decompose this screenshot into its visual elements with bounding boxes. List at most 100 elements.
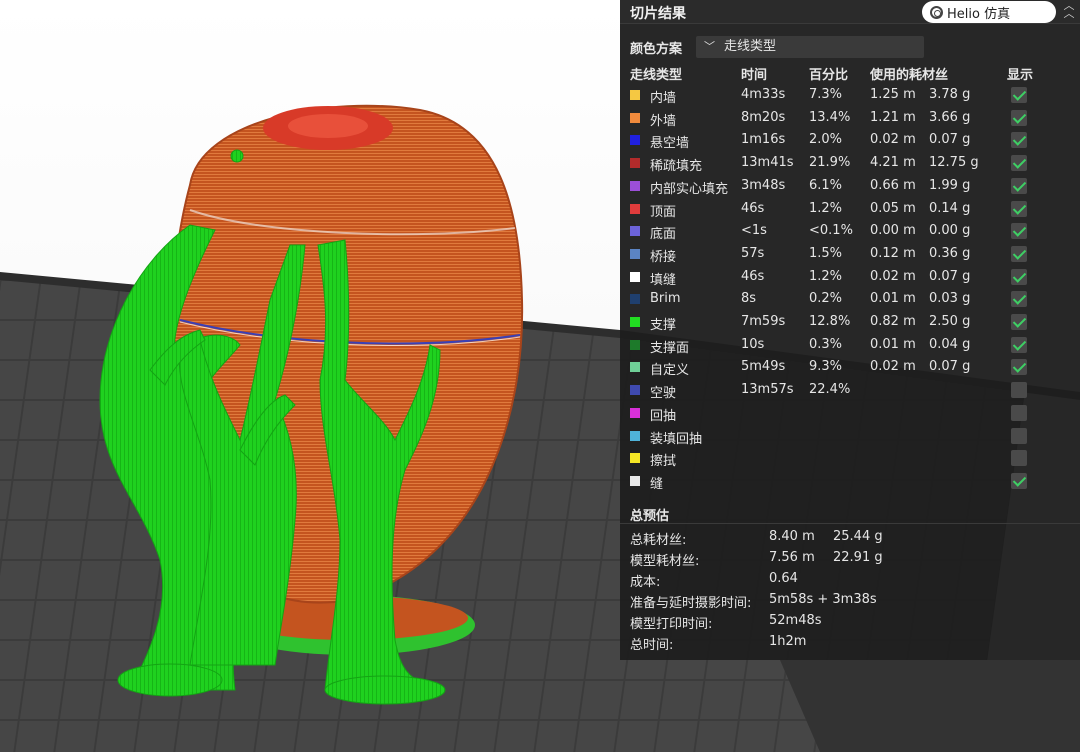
legend-row: 填缝 46s 1.2% 0.02 m 0.07 g — [620, 266, 1080, 289]
legend-weight: 3.66 g — [929, 109, 971, 125]
helio-simulation-button[interactable]: Helio 仿真 — [922, 1, 1056, 23]
summary-label: 总耗材丝: — [630, 533, 687, 548]
legend-color-swatch — [630, 112, 640, 123]
legend-time: 46s — [741, 200, 765, 216]
legend-percent: 0.2% — [809, 291, 843, 307]
summary-label: 成本: — [630, 575, 661, 590]
visibility-checkbox[interactable] — [1011, 404, 1027, 421]
visibility-checkbox-check-icon[interactable] — [1011, 268, 1027, 285]
legend-color-swatch — [630, 294, 640, 305]
legend-type-name: 支撑面 — [650, 340, 690, 356]
summary-header: 总预估 — [620, 502, 1080, 524]
legend-percent: 21.9% — [809, 155, 851, 171]
legend-weight: 0.04 g — [929, 336, 971, 352]
summary-row: 模型打印时间: 52m48s — [620, 612, 1080, 633]
legend-row: 擦拭 — [620, 447, 1080, 470]
legend-color-swatch — [630, 248, 640, 259]
legend-row: 缝 — [620, 470, 1080, 493]
summary-row: 总时间: 1h2m — [620, 633, 1080, 654]
visibility-checkbox-check-icon[interactable] — [1011, 132, 1027, 149]
visibility-checkbox[interactable] — [1011, 450, 1027, 467]
summary-value: 1h2m — [769, 634, 807, 649]
legend-color-swatch — [630, 453, 640, 464]
visibility-checkbox-check-icon[interactable] — [1011, 245, 1027, 262]
legend-row: 支撑面 10s 0.3% 0.01 m 0.04 g — [620, 334, 1080, 357]
legend-length: 0.12 m — [870, 245, 916, 261]
color-scheme-label: 颜色方案 — [630, 42, 683, 57]
legend-time: 5m49s — [741, 359, 786, 375]
visibility-checkbox-check-icon[interactable] — [1011, 291, 1027, 308]
legend-percent: 22.4% — [809, 382, 851, 398]
visibility-checkbox-check-icon[interactable] — [1011, 177, 1027, 194]
visibility-checkbox-check-icon[interactable] — [1011, 359, 1027, 376]
legend-type-name: 填缝 — [650, 272, 677, 288]
legend-percent: 0.3% — [809, 336, 843, 352]
color-scheme-value: 走线类型 — [724, 39, 777, 54]
color-scheme-row: 颜色方案 ﹀ 走线类型 — [630, 36, 1070, 58]
visibility-checkbox-check-icon[interactable] — [1011, 472, 1027, 489]
legend-percent: 9.3% — [809, 359, 843, 375]
summary-value: 8.40 m — [769, 529, 815, 544]
legend-percent: 7.3% — [809, 87, 843, 102]
legend-length: 0.05 m — [870, 200, 916, 216]
legend-percent: 1.5% — [809, 245, 843, 261]
legend-color-swatch — [630, 158, 640, 169]
legend-percent: 1.2% — [809, 200, 843, 216]
double-chevron-up-icon[interactable]: ︿ ︿ — [1061, 0, 1077, 20]
summary-label: 准备与延时摄影时间: — [630, 596, 752, 611]
legend-time: 4m33s — [741, 87, 786, 102]
legend-time: 10s — [741, 336, 765, 352]
legend-type-name: 悬空墙 — [650, 136, 690, 152]
legend-color-swatch — [630, 475, 640, 486]
legend-row: 内墙 4m33s 7.3% 1.25 m 3.78 g — [620, 84, 1080, 107]
legend-length: 0.00 m — [870, 223, 916, 239]
summary-value-secondary: 25.44 g — [833, 529, 883, 544]
header-usage: 使用的耗材丝 — [870, 68, 949, 83]
visibility-checkbox-check-icon[interactable] — [1011, 155, 1027, 172]
legend-type-name: 支撑 — [650, 318, 677, 333]
legend-type-name: 装填回抽 — [650, 431, 703, 447]
legend-color-swatch — [630, 317, 640, 327]
legend-color-swatch — [630, 385, 640, 396]
legend-row: 底面 <1s <0.1% 0.00 m 0.00 g — [620, 220, 1080, 243]
legend-time: 13m41s — [741, 155, 794, 171]
legend-time: 46s — [741, 268, 765, 284]
legend-color-swatch — [630, 135, 640, 146]
legend-length: 0.01 m — [870, 336, 916, 352]
legend-length: 0.02 m — [870, 268, 916, 284]
visibility-checkbox-check-icon[interactable] — [1011, 314, 1027, 330]
color-scheme-dropdown[interactable]: ﹀ 走线类型 — [696, 36, 924, 58]
visibility-checkbox[interactable] — [1011, 427, 1027, 444]
legend-row: 自定义 5m49s 9.3% 0.02 m 0.07 g — [620, 356, 1080, 379]
legend-row: 内部实心填充 3m48s 6.1% 0.66 m 1.99 g — [620, 175, 1080, 198]
legend-type-name: 稀疏填充 — [650, 159, 703, 175]
legend-type-name: 空驶 — [650, 386, 677, 402]
legend-percent: 6.1% — [809, 177, 843, 193]
visibility-checkbox-check-icon[interactable] — [1011, 87, 1027, 103]
summary-value: 0.64 — [769, 571, 798, 586]
legend-color-swatch — [630, 271, 640, 282]
summary-value-secondary: 22.91 g — [833, 550, 883, 565]
legend-row: 悬空墙 1m16s 2.0% 0.02 m 0.07 g — [620, 129, 1080, 152]
legend-row: Brim 8s 0.2% 0.01 m 0.03 g — [620, 288, 1080, 311]
legend-color-swatch — [630, 362, 640, 373]
visibility-checkbox-check-icon[interactable] — [1011, 336, 1027, 353]
legend-row: 桥接 57s 1.5% 0.12 m 0.36 g — [620, 243, 1080, 266]
header-percent: 百分比 — [809, 68, 849, 83]
visibility-checkbox-check-icon[interactable] — [1011, 200, 1027, 217]
legend-time: 3m48s — [741, 177, 786, 193]
legend-time: 8m20s — [741, 109, 786, 125]
legend-type-name: 内部实心填充 — [650, 181, 729, 197]
legend-type-name: 自定义 — [650, 363, 690, 379]
legend-time: 7m59s — [741, 314, 786, 329]
legend-color-swatch — [630, 180, 640, 191]
visibility-checkbox[interactable] — [1011, 382, 1027, 399]
legend-percent: <0.1% — [809, 223, 853, 239]
legend-row: 外墙 8m20s 13.4% 1.21 m 3.66 g — [620, 107, 1080, 130]
plate-shadow-right — [780, 660, 1080, 752]
visibility-checkbox-check-icon[interactable] — [1011, 223, 1027, 240]
visibility-checkbox-check-icon[interactable] — [1011, 109, 1027, 126]
legend-weight: 3.78 g — [929, 87, 971, 102]
summary-title: 总预估 — [630, 509, 670, 524]
legend-type-name: 内墙 — [650, 91, 677, 106]
